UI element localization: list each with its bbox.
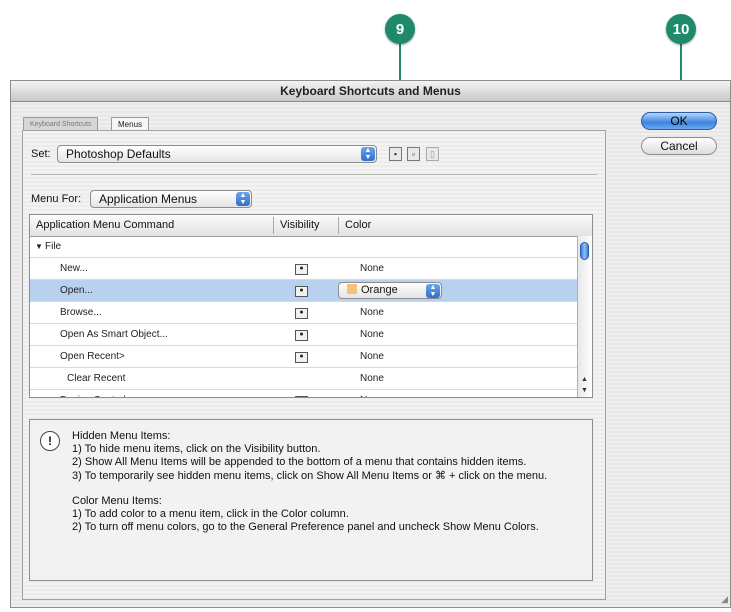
color-value[interactable]: None bbox=[360, 324, 384, 346]
keyboard-shortcuts-dialog: Keyboard Shortcuts and Menus Keyboard Sh… bbox=[10, 80, 731, 608]
table-row[interactable]: Device Central... ● None bbox=[30, 390, 578, 397]
chevron-updown-icon: ▲ ▼ bbox=[426, 284, 440, 298]
scroll-thumb[interactable] bbox=[580, 242, 589, 260]
save-set-icon[interactable]: ▪ bbox=[389, 147, 402, 161]
visibility-eye-icon[interactable]: ● bbox=[295, 286, 308, 297]
menu-for-label: Menu For: bbox=[31, 193, 82, 205]
hidden-items-tip-2: 2) Show All Menu Items will be appended … bbox=[72, 456, 527, 468]
menu-for-value: Application Menus bbox=[99, 192, 198, 206]
table-row[interactable]: Open... ● Orange ▲ ▼ bbox=[30, 280, 578, 302]
table-row[interactable]: Open Recent> ● None bbox=[30, 346, 578, 368]
color-value[interactable]: None bbox=[360, 258, 384, 280]
scroll-up-icon[interactable]: ▲ bbox=[579, 375, 590, 385]
callout-10: 10 bbox=[666, 14, 696, 44]
hidden-items-title: Hidden Menu Items: bbox=[72, 430, 171, 442]
callout-9: 9 bbox=[385, 14, 415, 44]
command-name: Browse... bbox=[60, 307, 102, 318]
color-items-title: Color Menu Items: bbox=[72, 495, 162, 507]
set-popup[interactable]: Photoshop Defaults ▲ ▼ bbox=[57, 145, 377, 163]
save-set-as-icon[interactable]: ▫ bbox=[407, 147, 420, 161]
ok-button[interactable]: OK bbox=[641, 112, 717, 130]
menu-for-popup[interactable]: Application Menus ▲ ▼ bbox=[90, 190, 252, 208]
table-row[interactable]: New... ● None bbox=[30, 258, 578, 280]
color-popup[interactable]: Orange ▲ ▼ bbox=[338, 282, 442, 299]
visibility-eye-icon[interactable]: ● bbox=[295, 396, 308, 397]
resize-grip-icon[interactable]: ◢ bbox=[721, 594, 728, 605]
divider bbox=[31, 174, 597, 175]
table-header: Application Menu Command Visibility Colo… bbox=[30, 215, 592, 237]
table-scrollbar[interactable]: ▲ ▼ bbox=[577, 236, 592, 397]
color-items-tip-2: 2) To turn off menu colors, go to the Ge… bbox=[72, 521, 539, 533]
visibility-eye-icon[interactable]: ● bbox=[295, 330, 308, 341]
tab-menus[interactable]: Menus bbox=[111, 117, 150, 131]
menu-commands-table: Application Menu Command Visibility Colo… bbox=[29, 214, 593, 398]
header-color[interactable]: Color bbox=[339, 215, 371, 236]
disclosure-triangle-icon[interactable]: ▼ bbox=[35, 236, 43, 258]
dialog-title: Keyboard Shortcuts and Menus bbox=[11, 81, 730, 102]
scroll-down-icon[interactable]: ▼ bbox=[579, 386, 590, 396]
command-name: Open As Smart Object... bbox=[60, 329, 168, 340]
color-items-tip-1: 1) To add color to a menu item, click in… bbox=[72, 508, 349, 520]
table-row[interactable]: Clear Recent None bbox=[30, 368, 578, 390]
header-visibility[interactable]: Visibility bbox=[274, 215, 320, 236]
command-name: Clear Recent bbox=[67, 373, 126, 384]
command-name: Open... bbox=[60, 285, 93, 296]
visibility-eye-icon[interactable]: ● bbox=[295, 352, 308, 363]
color-value: Orange bbox=[361, 284, 398, 296]
hidden-items-tip-3: 3) To temporarily see hidden menu items,… bbox=[72, 470, 548, 482]
table-row[interactable]: Browse... ● None bbox=[30, 302, 578, 324]
group-label: File bbox=[45, 241, 62, 252]
header-command[interactable]: Application Menu Command bbox=[30, 215, 174, 236]
color-value[interactable]: None bbox=[360, 346, 384, 368]
exclamation-icon: ! bbox=[40, 431, 60, 451]
tab-keyboard-shortcuts[interactable]: Keyboard Shortcuts bbox=[23, 117, 99, 131]
delete-set-icon[interactable]: ▯ bbox=[426, 147, 439, 161]
color-swatch bbox=[347, 284, 357, 294]
visibility-eye-icon[interactable]: ● bbox=[295, 264, 308, 275]
color-value[interactable]: None bbox=[360, 390, 384, 397]
command-name: New... bbox=[60, 263, 88, 274]
color-value[interactable]: None bbox=[360, 302, 384, 324]
chevron-updown-icon: ▲ ▼ bbox=[361, 147, 375, 161]
color-value[interactable]: None bbox=[360, 368, 384, 390]
command-name: Device Central... bbox=[60, 390, 134, 397]
visibility-eye-icon[interactable]: ● bbox=[295, 308, 308, 319]
chevron-updown-icon: ▲ ▼ bbox=[236, 192, 250, 206]
table-row[interactable]: Open As Smart Object... ● None bbox=[30, 324, 578, 346]
set-label: Set: bbox=[31, 148, 51, 160]
info-box: ! Hidden Menu Items: 1) To hide menu ite… bbox=[29, 419, 593, 581]
group-row-file[interactable]: ▼ File bbox=[30, 236, 578, 258]
cancel-button[interactable]: Cancel bbox=[641, 137, 717, 155]
set-value: Photoshop Defaults bbox=[66, 147, 171, 161]
command-name: Open Recent> bbox=[60, 351, 125, 362]
hidden-items-tip-1: 1) To hide menu items, click on the Visi… bbox=[72, 443, 321, 455]
